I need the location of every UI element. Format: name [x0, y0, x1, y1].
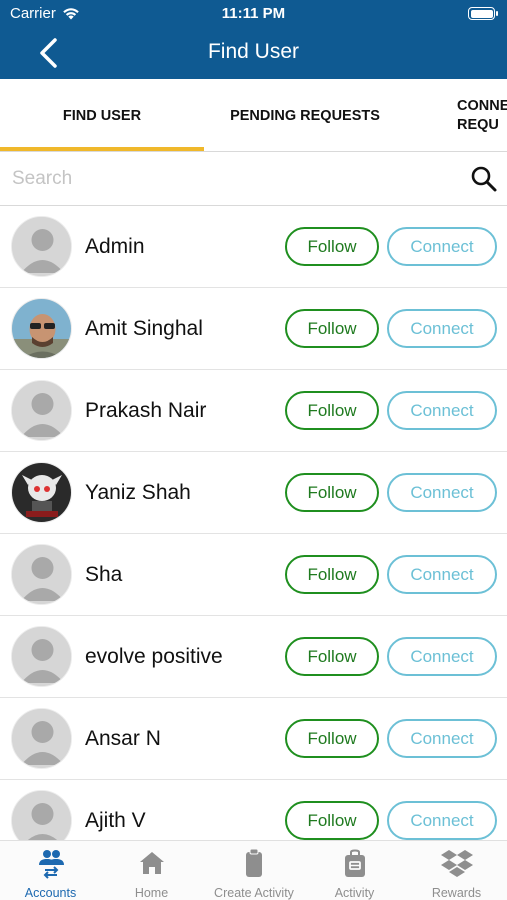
nav-create-activity-label: Create Activity	[214, 886, 294, 900]
nav-home[interactable]: Home	[101, 841, 202, 900]
avatar[interactable]	[11, 298, 72, 359]
user-row[interactable]: Amit Singhal Follow Connect	[0, 288, 507, 370]
home-icon	[139, 852, 164, 874]
nav-create-activity[interactable]: Create Activity	[202, 841, 306, 900]
user-name: Yaniz Shah	[85, 481, 191, 504]
user-cartoon-avatar	[12, 463, 71, 522]
tab-connection-requests-label: CONNE REQU	[457, 97, 507, 133]
connect-button[interactable]: Connect	[387, 309, 497, 348]
connect-button[interactable]: Connect	[387, 473, 497, 512]
search-bar	[0, 152, 507, 206]
user-list: Admin Follow Connect Amit Singhal Follow Conn…	[0, 206, 507, 840]
follow-button[interactable]: Follow	[285, 391, 379, 430]
user-name: Sha	[85, 563, 123, 586]
app-header: Carrier 11:11 PM Find User	[0, 0, 507, 79]
avatar[interactable]	[11, 380, 72, 441]
search-input[interactable]	[12, 164, 452, 194]
connect-button[interactable]: Connect	[387, 637, 497, 676]
nav-home-label: Home	[134, 886, 169, 900]
tab-connection-requests[interactable]: CONNE REQU	[440, 79, 507, 152]
user-name: Ajith V	[85, 809, 146, 832]
user-name: Ansar N	[85, 727, 161, 750]
default-avatar-icon	[12, 627, 71, 686]
search-icon[interactable]	[470, 165, 498, 193]
user-name: Prakash Nair	[85, 399, 207, 422]
status-time: 11:11 PM	[221, 5, 286, 22]
accounts-icon	[38, 850, 64, 879]
nav-rewards-label: Rewards	[431, 886, 482, 900]
connect-button[interactable]: Connect	[387, 555, 497, 594]
follow-button[interactable]: Follow	[285, 719, 379, 758]
user-row[interactable]: Ajith V Follow Connect	[0, 780, 507, 840]
avatar[interactable]	[11, 544, 72, 605]
user-row[interactable]: Yaniz Shah Follow Connect	[0, 452, 507, 534]
follow-button[interactable]: Follow	[285, 637, 379, 676]
connect-button[interactable]: Connect	[387, 391, 497, 430]
tab-find-user[interactable]: FIND USER	[0, 79, 204, 152]
avatar[interactable]	[11, 790, 72, 840]
user-row[interactable]: Admin Follow Connect	[0, 206, 507, 288]
connect-button[interactable]: Connect	[387, 227, 497, 266]
tab-pending-requests[interactable]: PENDING REQUESTS	[204, 79, 406, 152]
follow-button[interactable]: Follow	[285, 473, 379, 512]
user-name: Admin	[85, 235, 145, 258]
follow-button[interactable]: Follow	[285, 309, 379, 348]
nav-accounts-label: Accounts	[24, 886, 77, 900]
avatar[interactable]	[11, 216, 72, 277]
active-tab-indicator	[0, 147, 204, 151]
nav-activity-label: Activity	[334, 886, 375, 900]
status-bar: Carrier 11:11 PM	[0, 0, 507, 28]
user-row[interactable]: Prakash Nair Follow Connect	[0, 370, 507, 452]
user-name: evolve positive	[85, 645, 223, 668]
user-row[interactable]: Sha Follow Connect	[0, 534, 507, 616]
follow-button[interactable]: Follow	[285, 227, 379, 266]
connect-button[interactable]: Connect	[387, 719, 497, 758]
default-avatar-icon	[12, 217, 71, 276]
default-avatar-icon	[12, 709, 71, 768]
default-avatar-icon	[12, 381, 71, 440]
user-row[interactable]: Ansar N Follow Connect	[0, 698, 507, 780]
default-avatar-icon	[12, 545, 71, 604]
user-row[interactable]: evolve positive Follow Connect	[0, 616, 507, 698]
connect-button[interactable]: Connect	[387, 801, 497, 840]
user-photo-avatar	[12, 299, 71, 358]
follow-button[interactable]: Follow	[285, 801, 379, 840]
dropbox-icon	[440, 850, 473, 877]
avatar[interactable]	[11, 708, 72, 769]
follow-button[interactable]: Follow	[285, 555, 379, 594]
bag-icon	[344, 849, 365, 877]
nav-rewards[interactable]: Rewards	[406, 841, 507, 900]
nav-accounts[interactable]: Accounts	[0, 841, 101, 900]
tab-bar: FIND USER PENDING REQUESTS CONNE REQU	[0, 79, 507, 152]
user-name: Amit Singhal	[85, 317, 203, 340]
avatar[interactable]	[11, 626, 72, 687]
battery-icon	[468, 7, 498, 20]
avatar[interactable]	[11, 462, 72, 523]
bottom-nav: Accounts Home Create Activity Activity R…	[0, 840, 507, 900]
clipboard-icon	[246, 848, 262, 877]
page-title: Find User	[207, 40, 300, 63]
default-avatar-icon	[12, 791, 71, 840]
nav-activity[interactable]: Activity	[304, 841, 405, 900]
